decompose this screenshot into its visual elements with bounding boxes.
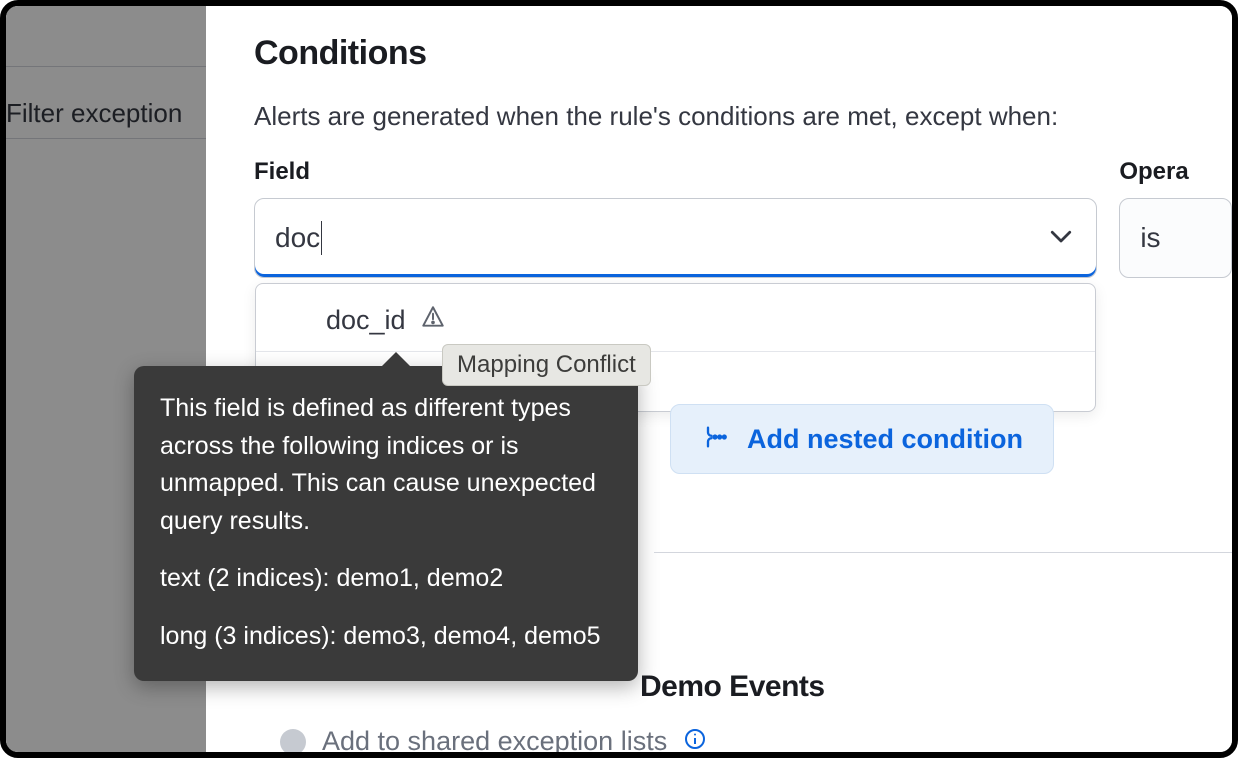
info-icon[interactable] xyxy=(683,727,707,756)
operator-label: Opera xyxy=(1119,158,1232,186)
radio-icon xyxy=(280,729,306,755)
field-label: Field xyxy=(254,158,1097,186)
text-cursor xyxy=(321,221,322,255)
conditions-title: Conditions xyxy=(254,34,1232,73)
shared-exception-label: Add to shared exception lists xyxy=(322,726,667,757)
operator-value: is xyxy=(1140,222,1160,254)
nested-icon xyxy=(701,423,729,456)
shared-exception-radio-row[interactable]: Add to shared exception lists xyxy=(280,726,707,757)
suggestion-label: doc_id xyxy=(326,305,406,336)
conditions-subtitle: Alerts are generated when the rule's con… xyxy=(254,101,1232,132)
field-combobox[interactable]: doc doc_id xyxy=(254,198,1097,278)
suggestion-doc-id[interactable]: doc_id xyxy=(256,290,1095,351)
mapping-conflict-badge: Mapping Conflict xyxy=(442,344,651,386)
operator-combobox[interactable]: is xyxy=(1119,198,1232,278)
section-divider xyxy=(654,552,1232,553)
warning-icon xyxy=(420,304,446,337)
field-input-value: doc xyxy=(275,222,320,254)
tooltip-text-indices: text (2 indices): demo1, demo2 xyxy=(160,560,612,598)
chevron-down-icon[interactable] xyxy=(1046,221,1076,256)
tooltip-long-indices: long (3 indices): demo3, demo4, demo5 xyxy=(160,618,612,656)
add-nested-condition-button[interactable]: Add nested condition xyxy=(670,404,1054,474)
mapping-conflict-tooltip: This field is defined as different types… xyxy=(134,366,638,681)
tooltip-body: This field is defined as different types… xyxy=(160,390,612,540)
demo-events-heading: Demo Events xyxy=(640,670,825,704)
add-nested-condition-label: Add nested condition xyxy=(747,424,1023,455)
